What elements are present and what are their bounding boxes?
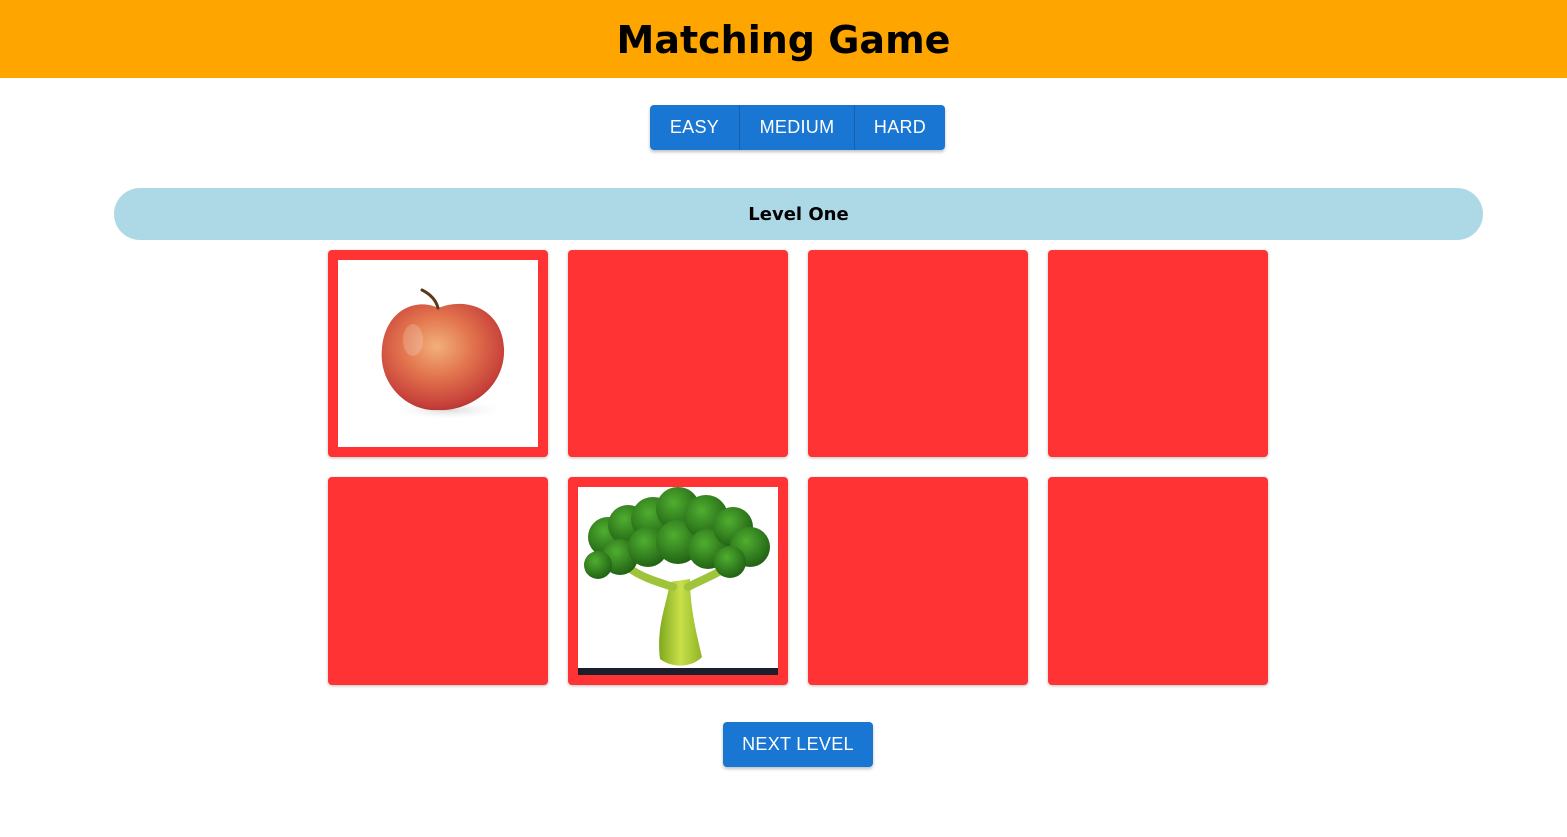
app-header: Matching Game — [0, 0, 1567, 78]
card-1[interactable] — [328, 250, 548, 457]
medium-button[interactable]: MEDIUM — [739, 105, 854, 150]
apple-icon — [381, 288, 508, 420]
hard-button[interactable]: HARD — [854, 105, 945, 150]
card-5[interactable] — [328, 477, 548, 685]
card-7[interactable] — [808, 477, 1028, 685]
page-title: Matching Game — [616, 18, 951, 62]
next-level-button[interactable]: NEXT LEVEL — [723, 722, 873, 767]
card-2[interactable] — [568, 250, 788, 457]
card-face — [338, 260, 538, 447]
card-3[interactable] — [808, 250, 1028, 457]
level-banner: Level One — [114, 188, 1483, 240]
difficulty-button-group: EASY MEDIUM HARD — [650, 105, 945, 150]
card-4[interactable] — [1048, 250, 1268, 457]
card-8[interactable] — [1048, 477, 1268, 685]
card-face — [578, 487, 778, 675]
card-6[interactable] — [568, 477, 788, 685]
level-title: Level One — [748, 203, 849, 225]
easy-button[interactable]: EASY — [650, 105, 739, 150]
broccoli-icon — [578, 487, 778, 675]
